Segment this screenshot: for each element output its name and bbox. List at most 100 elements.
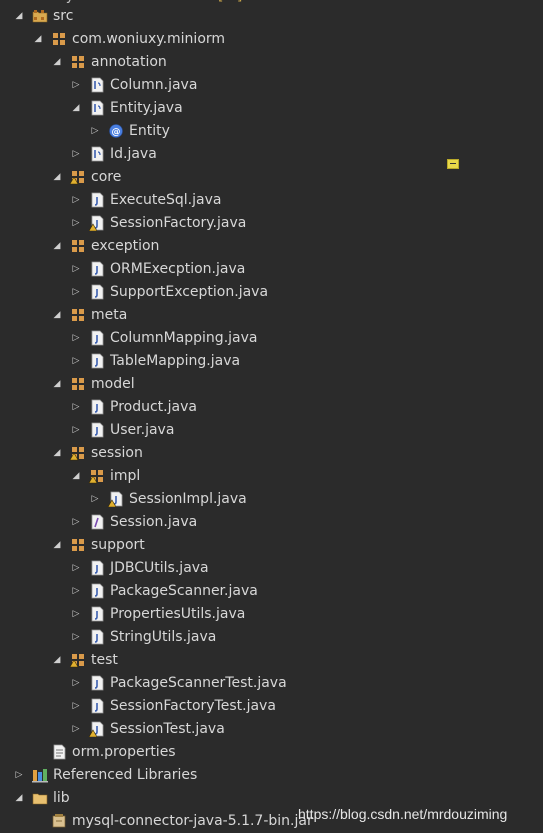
tree-item-file-stringutils[interactable]: StringUtils.java (0, 626, 543, 649)
tree-item-label: JDBCUtils.java (110, 560, 209, 576)
package-icon (70, 537, 86, 553)
collapse-arrow-icon[interactable] (51, 308, 63, 322)
tree-item-label: Id.java (110, 146, 157, 162)
java-file-icon (89, 261, 105, 277)
java-file-icon (89, 353, 105, 369)
tree-item-label: session (91, 445, 143, 461)
java-file-warning-icon (107, 491, 124, 508)
tree-item-file-executesql[interactable]: ExecuteSql.java (0, 189, 543, 212)
tree-item-file-packagescanner[interactable]: PackageScanner.java (0, 580, 543, 603)
tree-item-label: Column.java (110, 77, 198, 93)
tree-item-file-sessiontest[interactable]: SessionTest.java (0, 718, 543, 741)
package-warning-icon (69, 169, 86, 185)
tree-item-label: User.java (110, 422, 175, 438)
tree-item-pkg-annotation[interactable]: annotation (0, 51, 543, 74)
expand-arrow-icon[interactable] (70, 285, 82, 299)
expand-arrow-icon[interactable] (70, 584, 82, 598)
expand-arrow-icon[interactable] (70, 423, 82, 437)
tree-item-label: TableMapping.java (110, 353, 241, 369)
java-file-icon (89, 422, 105, 438)
package-icon (70, 54, 86, 70)
tree-item-file-propertiesutils[interactable]: PropertiesUtils.java (0, 603, 543, 626)
expand-arrow-icon[interactable] (70, 216, 82, 230)
tree-item-label: annotation (91, 54, 167, 70)
tree-item-pkg-test[interactable]: test (0, 649, 543, 672)
tree-item-pkg-core[interactable]: core (0, 166, 543, 189)
expand-arrow-icon[interactable] (70, 78, 82, 92)
library-icon (32, 767, 48, 783)
tree-item-file-column[interactable]: Column.java (0, 74, 543, 97)
expand-arrow-icon[interactable] (89, 492, 101, 506)
expand-arrow-icon[interactable] (70, 262, 82, 276)
tree-item-file-sessionfactorytest[interactable]: SessionFactoryTest.java (0, 695, 543, 718)
collapse-arrow-icon[interactable] (70, 469, 82, 483)
tree-item-type-entity[interactable]: @ Entity (0, 120, 543, 143)
expand-arrow-icon[interactable] (70, 722, 82, 736)
tree-item-file-id[interactable]: Id.java (0, 143, 543, 166)
expand-arrow-icon[interactable] (70, 699, 82, 713)
collapse-arrow-icon[interactable] (51, 170, 63, 184)
package-icon (51, 31, 67, 47)
expand-arrow-icon[interactable] (70, 515, 82, 529)
tree-item-file-packagescannertest[interactable]: PackageScannerTest.java (0, 672, 543, 695)
expand-arrow-icon[interactable] (89, 124, 101, 138)
collapse-arrow-icon[interactable] (13, 791, 25, 805)
tree-item-label: orm.properties (72, 744, 176, 760)
expand-arrow-icon[interactable] (70, 354, 82, 368)
tree-item-pkg-support[interactable]: support (0, 534, 543, 557)
tree-item-pkg-meta[interactable]: meta (0, 304, 543, 327)
expand-arrow-icon[interactable] (70, 607, 82, 621)
expand-arrow-icon[interactable] (70, 147, 82, 161)
tree-item-label: src (53, 8, 74, 24)
collapse-arrow-icon[interactable] (51, 446, 63, 460)
tree-item-pkg-model[interactable]: model (0, 373, 543, 396)
tree-item-label: com.woniuxy.miniorm (72, 31, 226, 47)
tree-item-pkg-exception[interactable]: exception (0, 235, 543, 258)
tree-item-pkg-impl[interactable]: impl (0, 465, 543, 488)
java-file-icon (89, 606, 105, 622)
collapse-arrow-icon[interactable] (51, 538, 63, 552)
tree-item-file-session[interactable]: Session.java (0, 511, 543, 534)
collapse-arrow-icon[interactable] (13, 9, 25, 23)
tree-item-file-columnmapping[interactable]: ColumnMapping.java (0, 327, 543, 350)
tree-item-file-ormexecption[interactable]: ORMExecption.java (0, 258, 543, 281)
expand-arrow-icon[interactable] (13, 768, 25, 782)
expand-arrow-icon[interactable] (70, 561, 82, 575)
tree-item-label: Entity (129, 123, 170, 139)
tree-item-label: impl (110, 468, 141, 484)
tree-item-file-jdbcutils[interactable]: JDBCUtils.java (0, 557, 543, 580)
expand-arrow-icon[interactable] (70, 193, 82, 207)
collapse-arrow-icon[interactable] (51, 239, 63, 253)
collapse-arrow-icon[interactable] (51, 377, 63, 391)
tree-item-label: core (91, 169, 122, 185)
tree-item-src[interactable]: src (0, 5, 543, 28)
expand-arrow-icon[interactable] (70, 676, 82, 690)
tree-item-file-sessionimpl[interactable]: SessionImpl.java (0, 488, 543, 511)
tree-item-file-supportexception[interactable]: SupportException.java (0, 281, 543, 304)
scrolled-row-partial: ry [...] (0, 0, 543, 4)
collapse-arrow-icon[interactable] (51, 653, 63, 667)
tree-item-label: SessionFactoryTest.java (110, 698, 276, 714)
tree-item-file-tablemapping[interactable]: TableMapping.java (0, 350, 543, 373)
collapse-arrow-icon[interactable] (70, 101, 82, 115)
tree-item-file-sessionfactory[interactable]: SessionFactory.java (0, 212, 543, 235)
java-file-icon (89, 560, 105, 576)
overview-ruler-marker[interactable] (447, 159, 459, 169)
tree-item-file-product[interactable]: Product.java (0, 396, 543, 419)
expand-arrow-icon[interactable] (70, 400, 82, 414)
tree-item-file-user[interactable]: User.java (0, 419, 543, 442)
expand-arrow-icon[interactable] (70, 331, 82, 345)
collapse-arrow-icon[interactable] (51, 55, 63, 69)
tree-item-referenced-libraries[interactable]: Referenced Libraries (0, 764, 543, 787)
tree-item-label: model (91, 376, 135, 392)
java-file-icon (89, 192, 105, 208)
java-file-warning-icon (88, 215, 105, 232)
tree-item-file-entity[interactable]: Entity.java (0, 97, 543, 120)
collapse-arrow-icon[interactable] (32, 32, 44, 46)
tree-item-pkg-session[interactable]: session (0, 442, 543, 465)
tree-item-file-orm-properties[interactable]: orm.properties (0, 741, 543, 764)
expand-arrow-icon[interactable] (70, 630, 82, 644)
tree-item-label: SupportException.java (110, 284, 269, 300)
tree-item-label: PackageScanner.java (110, 583, 258, 599)
tree-item-pkg-miniorm[interactable]: com.woniuxy.miniorm (0, 28, 543, 51)
